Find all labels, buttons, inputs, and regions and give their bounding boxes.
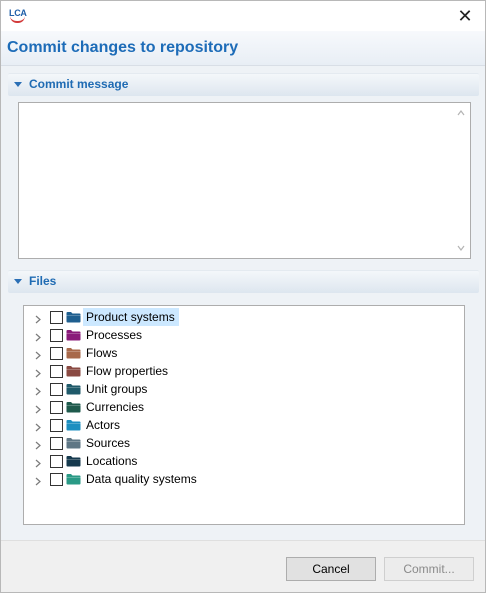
tree-item-label: Processes — [86, 328, 143, 342]
tree-item[interactable]: Product systems — [24, 308, 464, 326]
tree-item[interactable]: Flows — [24, 344, 464, 362]
expand-chevron-icon[interactable] — [34, 475, 42, 486]
tree-item-checkbox[interactable] — [50, 473, 63, 486]
tree-item[interactable]: Currencies — [24, 398, 464, 416]
expand-chevron-icon[interactable] — [34, 439, 42, 450]
expand-chevron-icon[interactable] — [34, 457, 42, 468]
tree-item-label: Product systems — [83, 308, 179, 326]
tree-item-checkbox[interactable] — [50, 437, 63, 450]
tree-item-checkbox[interactable] — [50, 401, 63, 414]
tree-item-label: Currencies — [86, 400, 145, 414]
commit-message-input[interactable] — [19, 103, 455, 258]
tree-item-label: Unit groups — [86, 382, 148, 396]
expand-chevron-icon[interactable] — [34, 403, 42, 414]
folder-icon — [66, 473, 81, 485]
commit-dialog: LCA ✕ Commit changes to repository Commi… — [0, 0, 486, 593]
message-scrollbar[interactable] — [453, 103, 470, 258]
files-tree: Product systems Processes Flows Flow proper… — [23, 305, 465, 525]
tree-item[interactable]: Sources — [24, 434, 464, 452]
expand-chevron-icon[interactable] — [34, 421, 42, 432]
tree-item-checkbox[interactable] — [50, 347, 63, 360]
folder-icon — [66, 329, 81, 341]
tree-item[interactable]: Flow properties — [24, 362, 464, 380]
tree-item[interactable]: Locations — [24, 452, 464, 470]
folder-icon — [66, 419, 81, 431]
expand-chevron-icon[interactable] — [34, 385, 42, 396]
collapse-triangle-icon[interactable] — [14, 82, 22, 87]
dialog-header: Commit changes to repository — [1, 31, 485, 66]
tree-item-checkbox[interactable] — [50, 365, 63, 378]
folder-icon — [66, 437, 81, 449]
tree-item-checkbox[interactable] — [50, 329, 63, 342]
tree-item-label: Actors — [86, 418, 121, 432]
tree-item[interactable]: Unit groups — [24, 380, 464, 398]
files-section-header[interactable]: Files — [8, 270, 479, 293]
folder-icon — [66, 311, 81, 323]
folder-icon — [66, 347, 81, 359]
tree-item[interactable]: Actors — [24, 416, 464, 434]
commit-message-section-label: Commit message — [29, 77, 129, 91]
folder-icon — [66, 365, 81, 377]
dialog-content: Commit message Files Product systems Proc… — [1, 66, 485, 540]
tree-item-label: Flows — [86, 346, 118, 360]
collapse-triangle-icon[interactable] — [14, 279, 22, 284]
tree-item-checkbox[interactable] — [50, 455, 63, 468]
app-logo-icon: LCA — [9, 8, 27, 24]
files-section-label: Files — [29, 274, 57, 288]
expand-chevron-icon[interactable] — [34, 367, 42, 378]
tree-item[interactable]: Data quality systems — [24, 470, 464, 488]
expand-chevron-icon[interactable] — [34, 349, 42, 360]
tree-item-checkbox[interactable] — [50, 311, 63, 324]
folder-icon — [66, 383, 81, 395]
expand-chevron-icon[interactable] — [34, 331, 42, 342]
close-button[interactable]: ✕ — [451, 3, 479, 29]
commit-button[interactable]: Commit... — [384, 557, 474, 581]
tree-item-label: Locations — [86, 454, 138, 468]
scroll-down-icon[interactable] — [457, 244, 465, 252]
expand-chevron-icon[interactable] — [34, 313, 42, 324]
tree-item-label: Flow properties — [86, 364, 169, 378]
tree-item-checkbox[interactable] — [50, 383, 63, 396]
scroll-up-icon[interactable] — [457, 109, 465, 117]
title-bar: LCA ✕ — [1, 1, 485, 31]
dialog-title: Commit changes to repository — [7, 39, 239, 56]
tree-item[interactable]: Processes — [24, 326, 464, 344]
tree-item-label: Sources — [86, 436, 131, 450]
commit-message-section-header[interactable]: Commit message — [8, 73, 479, 96]
folder-icon — [66, 455, 81, 467]
tree-item-label: Data quality systems — [86, 472, 197, 486]
dialog-footer: Cancel Commit... — [1, 540, 485, 592]
cancel-button[interactable]: Cancel — [286, 557, 376, 581]
commit-message-box — [18, 102, 471, 259]
folder-icon — [66, 401, 81, 413]
tree-item-checkbox[interactable] — [50, 419, 63, 432]
